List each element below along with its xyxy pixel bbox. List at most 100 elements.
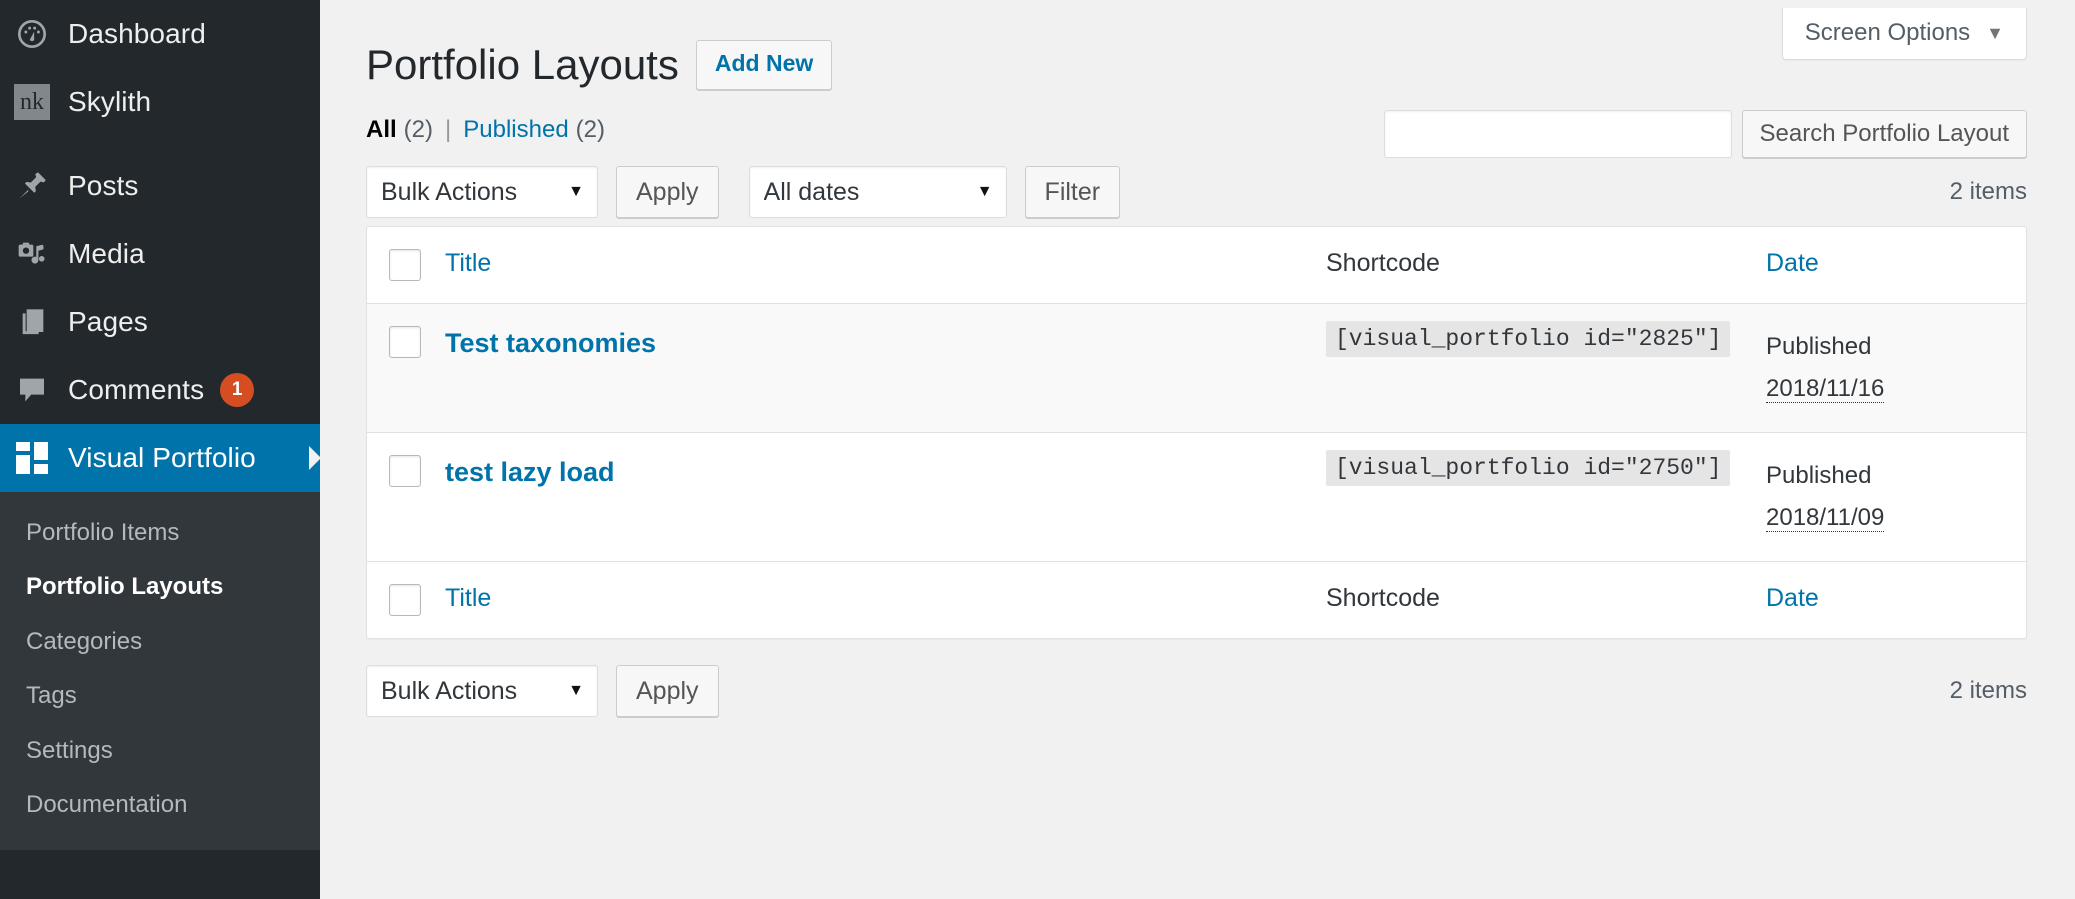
sidebar-item-skylith[interactable]: nk Skylith <box>0 68 320 136</box>
row-title-link[interactable]: test lazy load <box>445 457 615 487</box>
select-all-checkbox-top[interactable] <box>389 249 421 282</box>
add-new-button[interactable]: Add New <box>695 40 833 90</box>
sidebar-item-posts[interactable]: Posts <box>0 152 320 220</box>
row-title-cell: Test taxonomies <box>445 304 1326 434</box>
row-shortcode-cell: [visual_portfolio id="2825"] <box>1326 304 1766 434</box>
row-checkbox-cell <box>367 433 445 561</box>
sidebar-item-pages[interactable]: Pages <box>0 288 320 356</box>
sidebar-item-label: Visual Portfolio <box>68 442 256 473</box>
row-select-checkbox[interactable] <box>389 326 421 359</box>
comment-icon <box>14 372 50 408</box>
sort-date-link-top[interactable]: Date <box>1766 249 1819 277</box>
submenu-item-tags[interactable]: Tags <box>0 669 320 723</box>
apply-button-top[interactable]: Apply <box>616 166 719 219</box>
row-date-cell: Published 2018/11/09 <box>1766 433 2026 561</box>
bulk-actions-select-bottom[interactable]: Bulk Actions <box>366 665 598 718</box>
row-checkbox-cell <box>367 304 445 434</box>
page-title: Portfolio Layouts <box>366 41 679 88</box>
bulk-actions-select-wrap: Bulk Actions <box>366 166 598 219</box>
nk-logo-icon: nk <box>14 84 50 120</box>
row-shortcode-cell: [visual_portfolio id="2750"] <box>1326 433 1766 561</box>
dates-select-wrap: All dates <box>748 166 1007 219</box>
chevron-down-icon: ▼ <box>1986 22 2004 43</box>
sort-title-link-top[interactable]: Title <box>445 249 491 277</box>
submenu-item-categories[interactable]: Categories <box>0 615 320 669</box>
sidebar-item-label: Pages <box>68 306 148 337</box>
page-header: Portfolio Layouts Add New <box>366 0 2027 90</box>
submenu-item-portfolio-items[interactable]: Portfolio Items <box>0 506 320 560</box>
select-all-header <box>367 227 445 305</box>
filter-all-count: (2) <box>403 116 434 144</box>
tablenav-bottom: Bulk Actions Apply 2 items <box>366 665 2027 718</box>
sidebar-item-visual-portfolio[interactable]: Visual Portfolio <box>0 424 321 492</box>
column-footer-title[interactable]: Title <box>445 561 1326 638</box>
sidebar-divider <box>0 136 320 152</box>
column-header-title[interactable]: Title <box>445 227 1326 305</box>
search-input[interactable] <box>1383 110 1732 158</box>
filter-button[interactable]: Filter <box>1024 166 1121 219</box>
wp-admin-screen: Dashboard nk Skylith Posts Media Pages C… <box>0 0 2075 899</box>
row-status-label: Published <box>1766 462 1872 490</box>
table-row: Test taxonomies [visual_portfolio id="28… <box>367 304 2026 434</box>
search-submit-button[interactable]: Search Portfolio Layout <box>1741 110 2027 158</box>
submenu-item-documentation[interactable]: Documentation <box>0 778 320 832</box>
sidebar-item-dashboard[interactable]: Dashboard <box>0 0 320 68</box>
pages-icon <box>14 304 50 340</box>
submenu-item-portfolio-layouts[interactable]: Portfolio Layouts <box>0 560 320 614</box>
select-all-checkbox-bottom[interactable] <box>389 584 421 617</box>
column-footer-shortcode: Shortcode <box>1326 561 1766 638</box>
tablenav-top: Bulk Actions Apply All dates Filter 2 it… <box>366 166 2027 219</box>
media-icon <box>14 236 50 272</box>
row-shortcode-value[interactable]: [visual_portfolio id="2825"] <box>1326 321 1731 358</box>
column-header-shortcode: Shortcode <box>1326 227 1766 305</box>
filter-all-label[interactable]: All <box>366 116 397 144</box>
sidebar-item-label: Skylith <box>68 86 152 117</box>
visual-portfolio-submenu: Portfolio Items Portfolio Layouts Catego… <box>0 492 320 851</box>
sort-title-link-bottom[interactable]: Title <box>445 584 491 612</box>
row-shortcode-value[interactable]: [visual_portfolio id="2750"] <box>1326 450 1731 487</box>
table-body: Test taxonomies [visual_portfolio id="28… <box>367 304 2026 561</box>
items-count-bottom: 2 items <box>1949 677 2027 705</box>
sidebar-item-label: Posts <box>68 170 139 201</box>
screen-options-button[interactable]: Screen Options ▼ <box>1781 8 2027 60</box>
shortcode-header-label-bottom: Shortcode <box>1326 584 1440 613</box>
row-date-cell: Published 2018/11/16 <box>1766 304 2026 434</box>
sidebar-item-label: Dashboard <box>68 18 206 49</box>
table-header-row: Title Shortcode Date <box>367 227 2026 305</box>
main-content: Screen Options ▼ Portfolio Layouts Add N… <box>320 0 2075 899</box>
search-box: Search Portfolio Layout <box>1383 110 2027 158</box>
row-select-checkbox[interactable] <box>389 455 421 488</box>
sidebar-item-media[interactable]: Media <box>0 220 320 288</box>
column-footer-date[interactable]: Date <box>1766 561 2026 638</box>
dates-filter-select[interactable]: All dates <box>748 166 1007 219</box>
row-title-cell: test lazy load <box>445 433 1326 561</box>
admin-sidebar: Dashboard nk Skylith Posts Media Pages C… <box>0 0 321 899</box>
table-row: test lazy load [visual_portfolio id="275… <box>367 433 2026 561</box>
nk-logo-text: nk <box>14 84 50 120</box>
pin-icon <box>14 168 50 204</box>
bulk-actions-select-wrap-bottom: Bulk Actions <box>366 665 598 718</box>
row-date-value: 2018/11/09 <box>1766 504 1885 533</box>
grid-icon <box>14 440 50 476</box>
column-header-date[interactable]: Date <box>1766 227 2026 305</box>
portfolio-layouts-table: Title Shortcode Date Test taxonomies [vi… <box>366 226 2027 640</box>
filter-published-label[interactable]: Published <box>463 116 568 144</box>
table-foot: Title Shortcode Date <box>367 561 2026 638</box>
shortcode-header-label-top: Shortcode <box>1326 249 1440 278</box>
sidebar-item-label: Media <box>68 238 145 269</box>
comments-count-badge: 1 <box>220 373 255 407</box>
table-footer-row: Title Shortcode Date <box>367 561 2026 638</box>
sort-date-link-bottom[interactable]: Date <box>1766 584 1819 612</box>
table-head: Title Shortcode Date <box>367 227 2026 305</box>
items-count-top: 2 items <box>1949 178 2027 206</box>
bulk-actions-select-top[interactable]: Bulk Actions <box>366 166 598 219</box>
sidebar-item-comments[interactable]: Comments 1 <box>0 356 320 424</box>
row-status-label: Published <box>1766 333 1872 361</box>
submenu-item-settings[interactable]: Settings <box>0 724 320 778</box>
screen-meta: Screen Options ▼ <box>1781 8 2027 60</box>
filter-published-count: (2) <box>575 116 606 144</box>
apply-button-bottom[interactable]: Apply <box>616 665 719 718</box>
sidebar-item-label: Comments <box>68 374 205 405</box>
filter-separator: | <box>445 116 452 144</box>
row-title-link[interactable]: Test taxonomies <box>445 328 656 358</box>
